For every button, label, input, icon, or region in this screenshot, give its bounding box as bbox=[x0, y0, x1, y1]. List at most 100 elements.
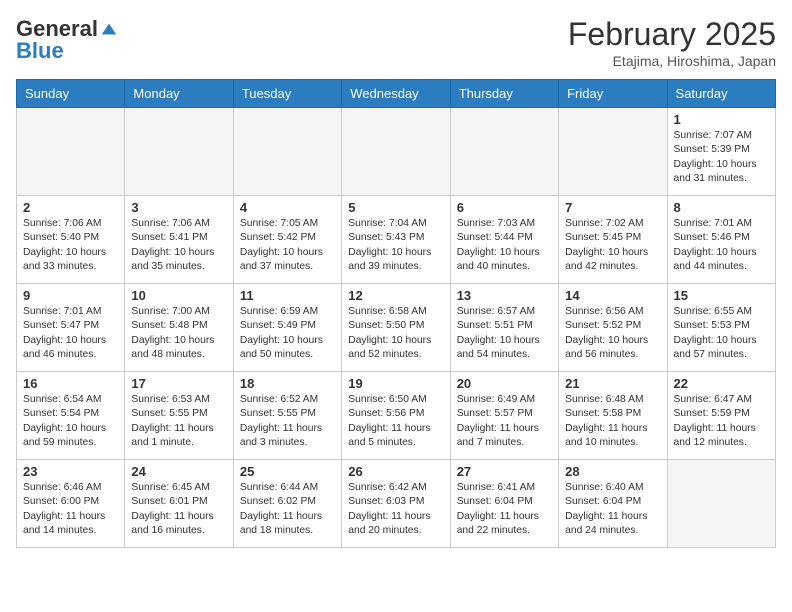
logo-icon bbox=[100, 20, 118, 38]
weekday-header-tuesday: Tuesday bbox=[233, 80, 341, 108]
weekday-header-thursday: Thursday bbox=[450, 80, 558, 108]
day-number: 19 bbox=[348, 376, 443, 391]
week-row-5: 23 Sunrise: 6:46 AM Sunset: 6:00 PM Dayli… bbox=[17, 460, 776, 548]
calendar-cell: 1 Sunrise: 7:07 AM Sunset: 5:39 PM Daylig… bbox=[667, 108, 775, 196]
calendar-cell: 13 Sunrise: 6:57 AM Sunset: 5:51 PM Dayli… bbox=[450, 284, 558, 372]
calendar-cell bbox=[125, 108, 233, 196]
cell-content: Sunrise: 6:58 AM Sunset: 5:50 PM Dayligh… bbox=[348, 305, 443, 363]
day-number: 20 bbox=[457, 376, 552, 391]
cell-content: Sunrise: 7:06 AM Sunset: 5:40 PM Dayligh… bbox=[23, 217, 118, 275]
calendar-cell: 12 Sunrise: 6:58 AM Sunset: 5:50 PM Dayli… bbox=[342, 284, 450, 372]
calendar-cell: 22 Sunrise: 6:47 AM Sunset: 5:59 PM Dayli… bbox=[667, 372, 775, 460]
day-number: 23 bbox=[23, 464, 118, 479]
calendar-cell: 16 Sunrise: 6:54 AM Sunset: 5:54 PM Dayli… bbox=[17, 372, 125, 460]
weekday-header-friday: Friday bbox=[559, 80, 667, 108]
calendar-cell: 19Sunrise: 6:50 AM Sunset: 5:56 PM Dayli… bbox=[342, 372, 450, 460]
cell-content: Sunrise: 6:52 AM Sunset: 5:55 PM Dayligh… bbox=[240, 393, 335, 451]
day-number: 16 bbox=[23, 376, 118, 391]
calendar-cell: 20 Sunrise: 6:49 AM Sunset: 5:57 PM Dayli… bbox=[450, 372, 558, 460]
day-number: 11 bbox=[240, 288, 335, 303]
cell-content: Sunrise: 6:41 AM Sunset: 6:04 PM Dayligh… bbox=[457, 481, 552, 539]
day-number: 13 bbox=[457, 288, 552, 303]
day-number: 9 bbox=[23, 288, 118, 303]
cell-content: Sunrise: 6:46 AM Sunset: 6:00 PM Dayligh… bbox=[23, 481, 118, 539]
calendar-cell: 14 Sunrise: 6:56 AM Sunset: 5:52 PM Dayli… bbox=[559, 284, 667, 372]
day-number: 3 bbox=[131, 200, 226, 215]
title-block: February 2025 Etajima, Hiroshima, Japan bbox=[568, 16, 776, 69]
calendar-cell: 18 Sunrise: 6:52 AM Sunset: 5:55 PM Dayli… bbox=[233, 372, 341, 460]
cell-content: Sunrise: 7:01 AM Sunset: 5:46 PM Dayligh… bbox=[674, 217, 769, 275]
calendar-cell: 8 Sunrise: 7:01 AM Sunset: 5:46 PM Daylig… bbox=[667, 196, 775, 284]
week-row-2: 2 Sunrise: 7:06 AM Sunset: 5:40 PM Daylig… bbox=[17, 196, 776, 284]
day-number: 7 bbox=[565, 200, 660, 215]
cell-content: Sunrise: 7:02 AM Sunset: 5:45 PM Dayligh… bbox=[565, 217, 660, 275]
cell-content: Sunrise: 6:47 AM Sunset: 5:59 PM Dayligh… bbox=[674, 393, 769, 451]
day-number: 1 bbox=[674, 112, 769, 127]
calendar-cell: 17Sunrise: 6:53 AM Sunset: 5:55 PM Dayli… bbox=[125, 372, 233, 460]
week-row-1: 1 Sunrise: 7:07 AM Sunset: 5:39 PM Daylig… bbox=[17, 108, 776, 196]
cell-content: Sunrise: 6:49 AM Sunset: 5:57 PM Dayligh… bbox=[457, 393, 552, 451]
cell-content: Sunrise: 6:59 AM Sunset: 5:49 PM Dayligh… bbox=[240, 305, 335, 363]
month-year-title: February 2025 bbox=[568, 16, 776, 53]
day-number: 15 bbox=[674, 288, 769, 303]
cell-content: Sunrise: 7:04 AM Sunset: 5:43 PM Dayligh… bbox=[348, 217, 443, 275]
cell-content: Sunrise: 6:42 AM Sunset: 6:03 PM Dayligh… bbox=[348, 481, 443, 539]
day-number: 26 bbox=[348, 464, 443, 479]
calendar-cell: 10Sunrise: 7:00 AM Sunset: 5:48 PM Dayli… bbox=[125, 284, 233, 372]
cell-content: Sunrise: 7:07 AM Sunset: 5:39 PM Dayligh… bbox=[674, 129, 769, 187]
day-number: 25 bbox=[240, 464, 335, 479]
calendar-cell: 21 Sunrise: 6:48 AM Sunset: 5:58 PM Dayli… bbox=[559, 372, 667, 460]
day-number: 14 bbox=[565, 288, 660, 303]
cell-content: Sunrise: 7:03 AM Sunset: 5:44 PM Dayligh… bbox=[457, 217, 552, 275]
day-number: 22 bbox=[674, 376, 769, 391]
calendar-cell: 3 Sunrise: 7:06 AM Sunset: 5:41 PM Daylig… bbox=[125, 196, 233, 284]
day-number: 28 bbox=[565, 464, 660, 479]
cell-content: Sunrise: 6:40 AM Sunset: 6:04 PM Dayligh… bbox=[565, 481, 660, 539]
weekday-header-wednesday: Wednesday bbox=[342, 80, 450, 108]
weekday-header-saturday: Saturday bbox=[667, 80, 775, 108]
day-number: 27 bbox=[457, 464, 552, 479]
calendar-table: SundayMondayTuesdayWednesdayThursdayFrid… bbox=[16, 79, 776, 548]
day-number: 8 bbox=[674, 200, 769, 215]
weekday-header-row: SundayMondayTuesdayWednesdayThursdayFrid… bbox=[17, 80, 776, 108]
calendar-cell: 23 Sunrise: 6:46 AM Sunset: 6:00 PM Dayli… bbox=[17, 460, 125, 548]
day-number: 24 bbox=[131, 464, 226, 479]
calendar-cell: 15 Sunrise: 6:55 AM Sunset: 5:53 PM Dayli… bbox=[667, 284, 775, 372]
day-number: 2 bbox=[23, 200, 118, 215]
calendar-cell: 2 Sunrise: 7:06 AM Sunset: 5:40 PM Daylig… bbox=[17, 196, 125, 284]
calendar-cell: 24 Sunrise: 6:45 AM Sunset: 6:01 PM Dayli… bbox=[125, 460, 233, 548]
cell-content: Sunrise: 6:55 AM Sunset: 5:53 PM Dayligh… bbox=[674, 305, 769, 363]
cell-content: Sunrise: 6:56 AM Sunset: 5:52 PM Dayligh… bbox=[565, 305, 660, 363]
cell-content: Sunrise: 6:48 AM Sunset: 5:58 PM Dayligh… bbox=[565, 393, 660, 451]
day-number: 18 bbox=[240, 376, 335, 391]
week-row-4: 16 Sunrise: 6:54 AM Sunset: 5:54 PM Dayli… bbox=[17, 372, 776, 460]
day-number: 4 bbox=[240, 200, 335, 215]
calendar-cell: 5 Sunrise: 7:04 AM Sunset: 5:43 PM Daylig… bbox=[342, 196, 450, 284]
calendar-cell: 9 Sunrise: 7:01 AM Sunset: 5:47 PM Daylig… bbox=[17, 284, 125, 372]
calendar-cell: 6 Sunrise: 7:03 AM Sunset: 5:44 PM Daylig… bbox=[450, 196, 558, 284]
day-number: 21 bbox=[565, 376, 660, 391]
cell-content: Sunrise: 7:01 AM Sunset: 5:47 PM Dayligh… bbox=[23, 305, 118, 363]
logo: General Blue bbox=[16, 16, 118, 64]
calendar-cell bbox=[233, 108, 341, 196]
calendar-cell bbox=[667, 460, 775, 548]
calendar-cell: 27 Sunrise: 6:41 AM Sunset: 6:04 PM Dayli… bbox=[450, 460, 558, 548]
cell-content: Sunrise: 7:06 AM Sunset: 5:41 PM Dayligh… bbox=[131, 217, 226, 275]
cell-content: Sunrise: 6:45 AM Sunset: 6:01 PM Dayligh… bbox=[131, 481, 226, 539]
cell-content: Sunrise: 6:53 AM Sunset: 5:55 PM Dayligh… bbox=[131, 393, 226, 451]
logo-blue-text: Blue bbox=[16, 38, 64, 64]
day-number: 10 bbox=[131, 288, 226, 303]
calendar-cell bbox=[450, 108, 558, 196]
day-number: 12 bbox=[348, 288, 443, 303]
calendar-cell: 7 Sunrise: 7:02 AM Sunset: 5:45 PM Daylig… bbox=[559, 196, 667, 284]
weekday-header-sunday: Sunday bbox=[17, 80, 125, 108]
cell-content: Sunrise: 6:44 AM Sunset: 6:02 PM Dayligh… bbox=[240, 481, 335, 539]
day-number: 6 bbox=[457, 200, 552, 215]
calendar-cell bbox=[342, 108, 450, 196]
cell-content: Sunrise: 6:57 AM Sunset: 5:51 PM Dayligh… bbox=[457, 305, 552, 363]
cell-content: Sunrise: 6:54 AM Sunset: 5:54 PM Dayligh… bbox=[23, 393, 118, 451]
week-row-3: 9 Sunrise: 7:01 AM Sunset: 5:47 PM Daylig… bbox=[17, 284, 776, 372]
calendar-cell: 11 Sunrise: 6:59 AM Sunset: 5:49 PM Dayli… bbox=[233, 284, 341, 372]
cell-content: Sunrise: 7:05 AM Sunset: 5:42 PM Dayligh… bbox=[240, 217, 335, 275]
day-number: 5 bbox=[348, 200, 443, 215]
